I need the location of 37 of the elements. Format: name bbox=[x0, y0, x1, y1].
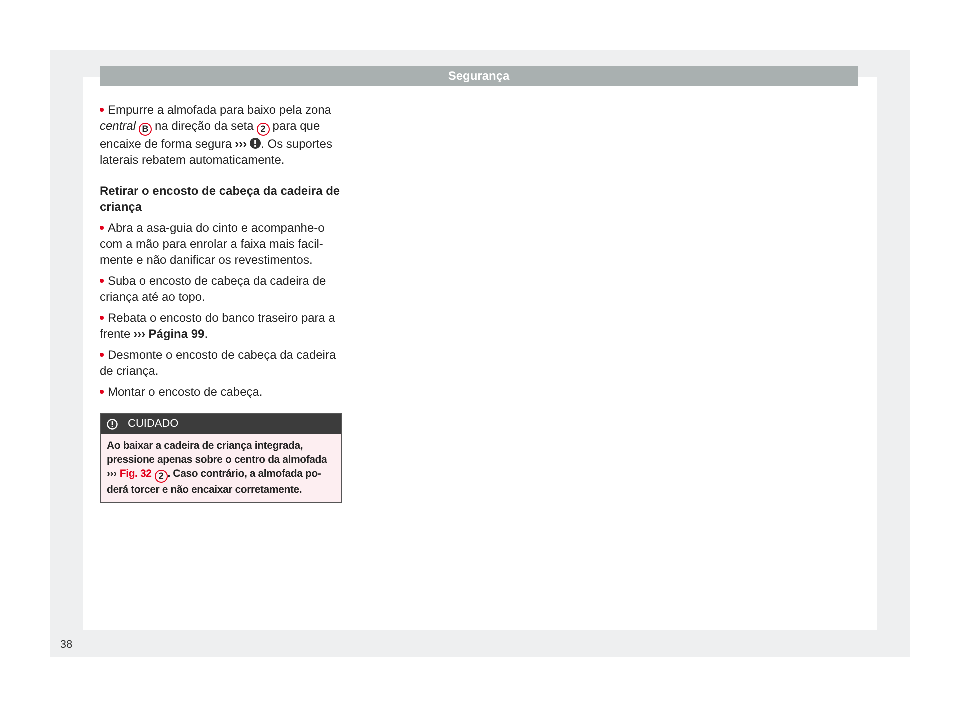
text: Retirar o encosto de cabeça da cadeira de bbox=[100, 184, 340, 198]
text: Ao baixar a cadeira de criança integrada, bbox=[107, 440, 304, 452]
warning-icon bbox=[107, 418, 118, 430]
reference-arrow: ››› bbox=[107, 468, 117, 480]
text: laterais rebatem automaticamente. bbox=[100, 153, 285, 167]
text: Montar o encosto de cabeça. bbox=[108, 385, 263, 399]
text: Suba o encosto de cabeça da cadeira de bbox=[108, 274, 326, 288]
callout-marker: B bbox=[139, 123, 152, 136]
reference-arrow: ››› bbox=[235, 137, 248, 151]
section-header: Segurança bbox=[100, 66, 858, 86]
text: para que bbox=[272, 119, 320, 133]
figure-link[interactable]: Fig. 32 bbox=[120, 468, 152, 480]
text: Abra a asa-guia do cinto e acompanhe-o bbox=[108, 221, 325, 235]
text: frente bbox=[100, 327, 131, 341]
warning-icon bbox=[250, 138, 262, 149]
callout-marker: 2 bbox=[256, 123, 270, 136]
page-number: 38 bbox=[60, 638, 73, 652]
text: . Caso contrário, a almofada po- bbox=[168, 468, 322, 480]
text: de criança. bbox=[100, 364, 159, 378]
text: na direção da seta bbox=[155, 119, 254, 133]
reference-arrow: ››› bbox=[134, 327, 146, 341]
text: . Os suportes bbox=[261, 137, 332, 151]
text: derá torcer e não encaixar corretamente. bbox=[107, 484, 302, 496]
text: Rebata o encosto do banco traseiro para a bbox=[108, 311, 336, 325]
italic-text: central bbox=[100, 119, 136, 133]
text: mente e não danificar os revestimentos. bbox=[100, 253, 313, 267]
text: . bbox=[204, 327, 208, 341]
text: encaixe de forma segura bbox=[100, 137, 232, 151]
text: pressione apenas sobre o centro da almofada bbox=[107, 454, 328, 466]
callout-marker: 2 bbox=[154, 470, 168, 483]
bold-text: Página 99 bbox=[148, 327, 205, 341]
warning-title: CUIDADO bbox=[128, 417, 179, 432]
text: Empurre a almofada para baixo pela zona bbox=[108, 103, 332, 117]
text: criança até ao topo. bbox=[100, 290, 206, 304]
text: com a mão para enrolar a faixa mais facil- bbox=[100, 237, 324, 251]
text: Desmonte o encosto de cabeça da cadeira bbox=[108, 348, 336, 362]
text: criança bbox=[100, 200, 142, 214]
